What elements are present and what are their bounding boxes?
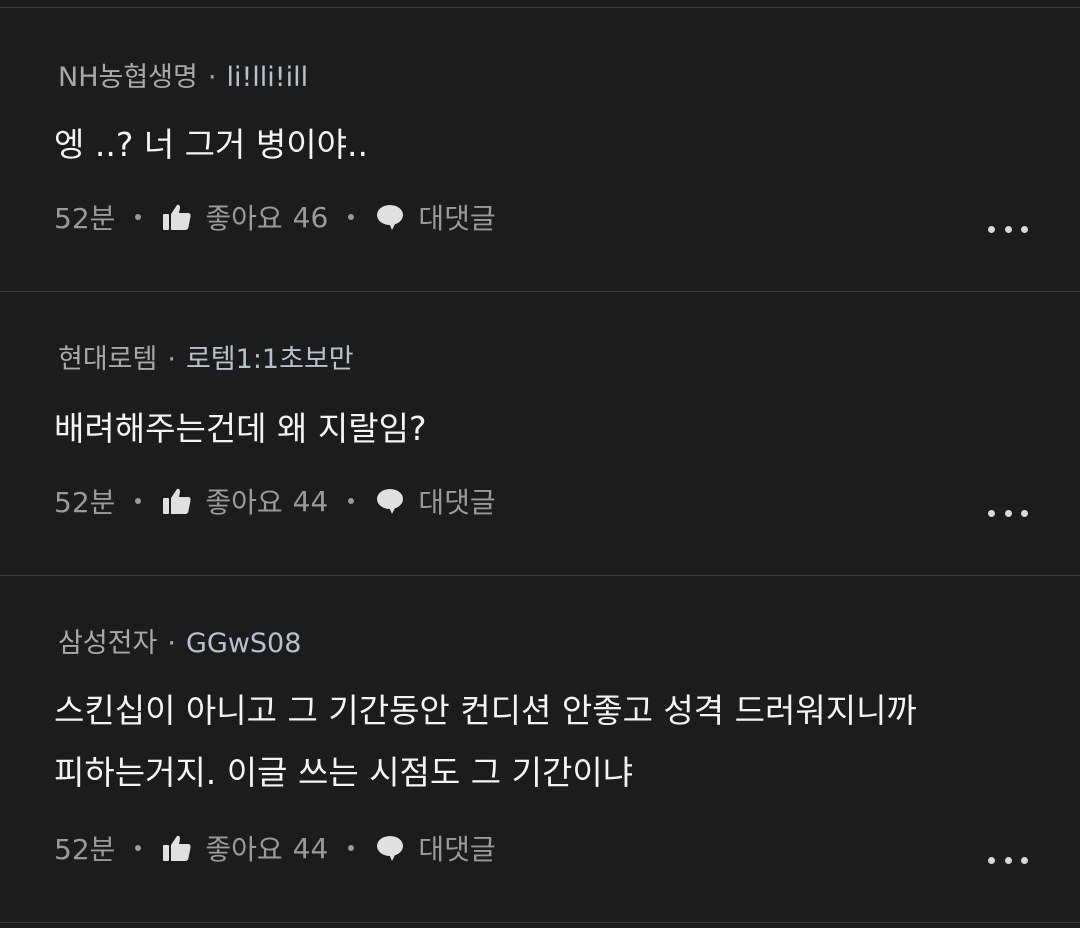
meta-dot xyxy=(135,214,142,220)
like-count: 46 xyxy=(292,200,329,234)
more-dots-icon xyxy=(988,509,995,517)
speech-bubble-icon xyxy=(374,832,406,864)
reply-button[interactable]: 대댓글 xyxy=(374,828,496,868)
comment-text: 엥 ..? 너 그거 병이야.. xyxy=(54,114,1034,176)
comment-item: 삼성전자 · GGwS08 스킨십이 아니고 그 기간동안 컨디션 안좋고 성격 드… xyxy=(0,576,1080,923)
like-label: 좋아요 xyxy=(205,202,283,235)
thumbs-up-icon xyxy=(161,485,193,517)
meta-dot xyxy=(135,498,142,504)
meta-dot xyxy=(348,845,355,851)
comment-author[interactable]: 현대로템 · 로템1:1초보만 xyxy=(58,342,354,378)
thumbs-up-icon xyxy=(161,201,193,233)
comment-meta: 52분 좋아요 46 대댓글 xyxy=(54,197,496,237)
more-dot xyxy=(1004,225,1012,233)
like-count: 44 xyxy=(292,831,329,865)
speech-bubble-icon xyxy=(374,201,406,233)
author-nickname: 로템1:1초보만 xyxy=(185,344,354,375)
more-options-button[interactable] xyxy=(988,503,1028,523)
reply-button[interactable]: 대댓글 xyxy=(374,481,496,521)
comment-time: 52분 xyxy=(54,202,116,235)
like-button[interactable]: 좋아요 44 xyxy=(161,481,328,521)
author-nickname: GGwS08 xyxy=(185,628,302,659)
reply-label: 대댓글 xyxy=(418,486,496,519)
author-nickname: li!lli!ill xyxy=(226,62,309,93)
comment-item: 현대로템 · 로템1:1초보만 배려해주는건데 왜 지랄임? 52분 좋아요 44 … xyxy=(0,292,1080,576)
comment-text-line: 스킨십이 아니고 그 기간동안 컨디션 안좋고 성격 드러워지니까 xyxy=(54,691,917,730)
speech-bubble-icon xyxy=(374,485,406,517)
comment-item: NH농협생명 · li!lli!ill 엥 ..? 너 그거 병이야.. 52분 좋… xyxy=(0,8,1080,292)
author-separator: · xyxy=(207,62,217,93)
more-options-button[interactable] xyxy=(988,219,1028,239)
like-label: 좋아요 xyxy=(205,486,283,519)
comment-text-line: 엥 ..? 너 그거 병이야.. xyxy=(54,125,368,164)
author-separator: · xyxy=(167,628,176,659)
meta-dot xyxy=(348,214,355,220)
more-options-button[interactable] xyxy=(988,850,1028,870)
more-dot xyxy=(1021,509,1028,517)
comment-meta: 52분 좋아요 44 대댓글 xyxy=(54,828,496,868)
comment-text-line: 피하는거지. 이글 쓰는 시점도 그 기간이냐 xyxy=(54,753,634,792)
comment-text-line: 배려해주는건데 왜 지랄임? xyxy=(54,409,427,448)
like-button[interactable]: 좋아요 46 xyxy=(161,197,328,237)
comment-author[interactable]: 삼성전자 · GGwS08 xyxy=(58,626,301,662)
comment-text: 배려해주는건데 왜 지랄임? xyxy=(54,398,1034,460)
like-button[interactable]: 좋아요 44 xyxy=(161,828,328,868)
more-dots-icon xyxy=(988,856,995,864)
author-company: 현대로템 xyxy=(58,344,158,375)
reply-label: 대댓글 xyxy=(418,833,496,866)
comment-meta: 52분 좋아요 44 대댓글 xyxy=(54,481,496,521)
more-dots-icon xyxy=(988,225,995,233)
reply-label: 대댓글 xyxy=(418,202,496,235)
comment-time: 52분 xyxy=(54,833,116,866)
author-company: 삼성전자 xyxy=(58,628,158,659)
thumbs-up-icon xyxy=(161,832,193,864)
more-dot xyxy=(1004,856,1012,864)
like-count: 44 xyxy=(292,484,329,518)
more-dot xyxy=(1021,856,1028,864)
meta-dot xyxy=(135,845,142,851)
comment-time: 52분 xyxy=(54,486,116,519)
like-label: 좋아요 xyxy=(205,833,283,866)
more-dot xyxy=(1004,509,1012,517)
author-separator: · xyxy=(167,344,176,375)
reply-button[interactable]: 대댓글 xyxy=(374,197,496,237)
comment-text: 스킨십이 아니고 그 기간동안 컨디션 안좋고 성격 드러워지니까 피하는거지.… xyxy=(54,680,1034,804)
meta-dot xyxy=(348,498,355,504)
top-divider xyxy=(0,0,1080,8)
comment-author[interactable]: NH농협생명 · li!lli!ill xyxy=(58,60,308,96)
author-company: NH농협생명 xyxy=(58,62,198,93)
more-dot xyxy=(1021,225,1028,233)
